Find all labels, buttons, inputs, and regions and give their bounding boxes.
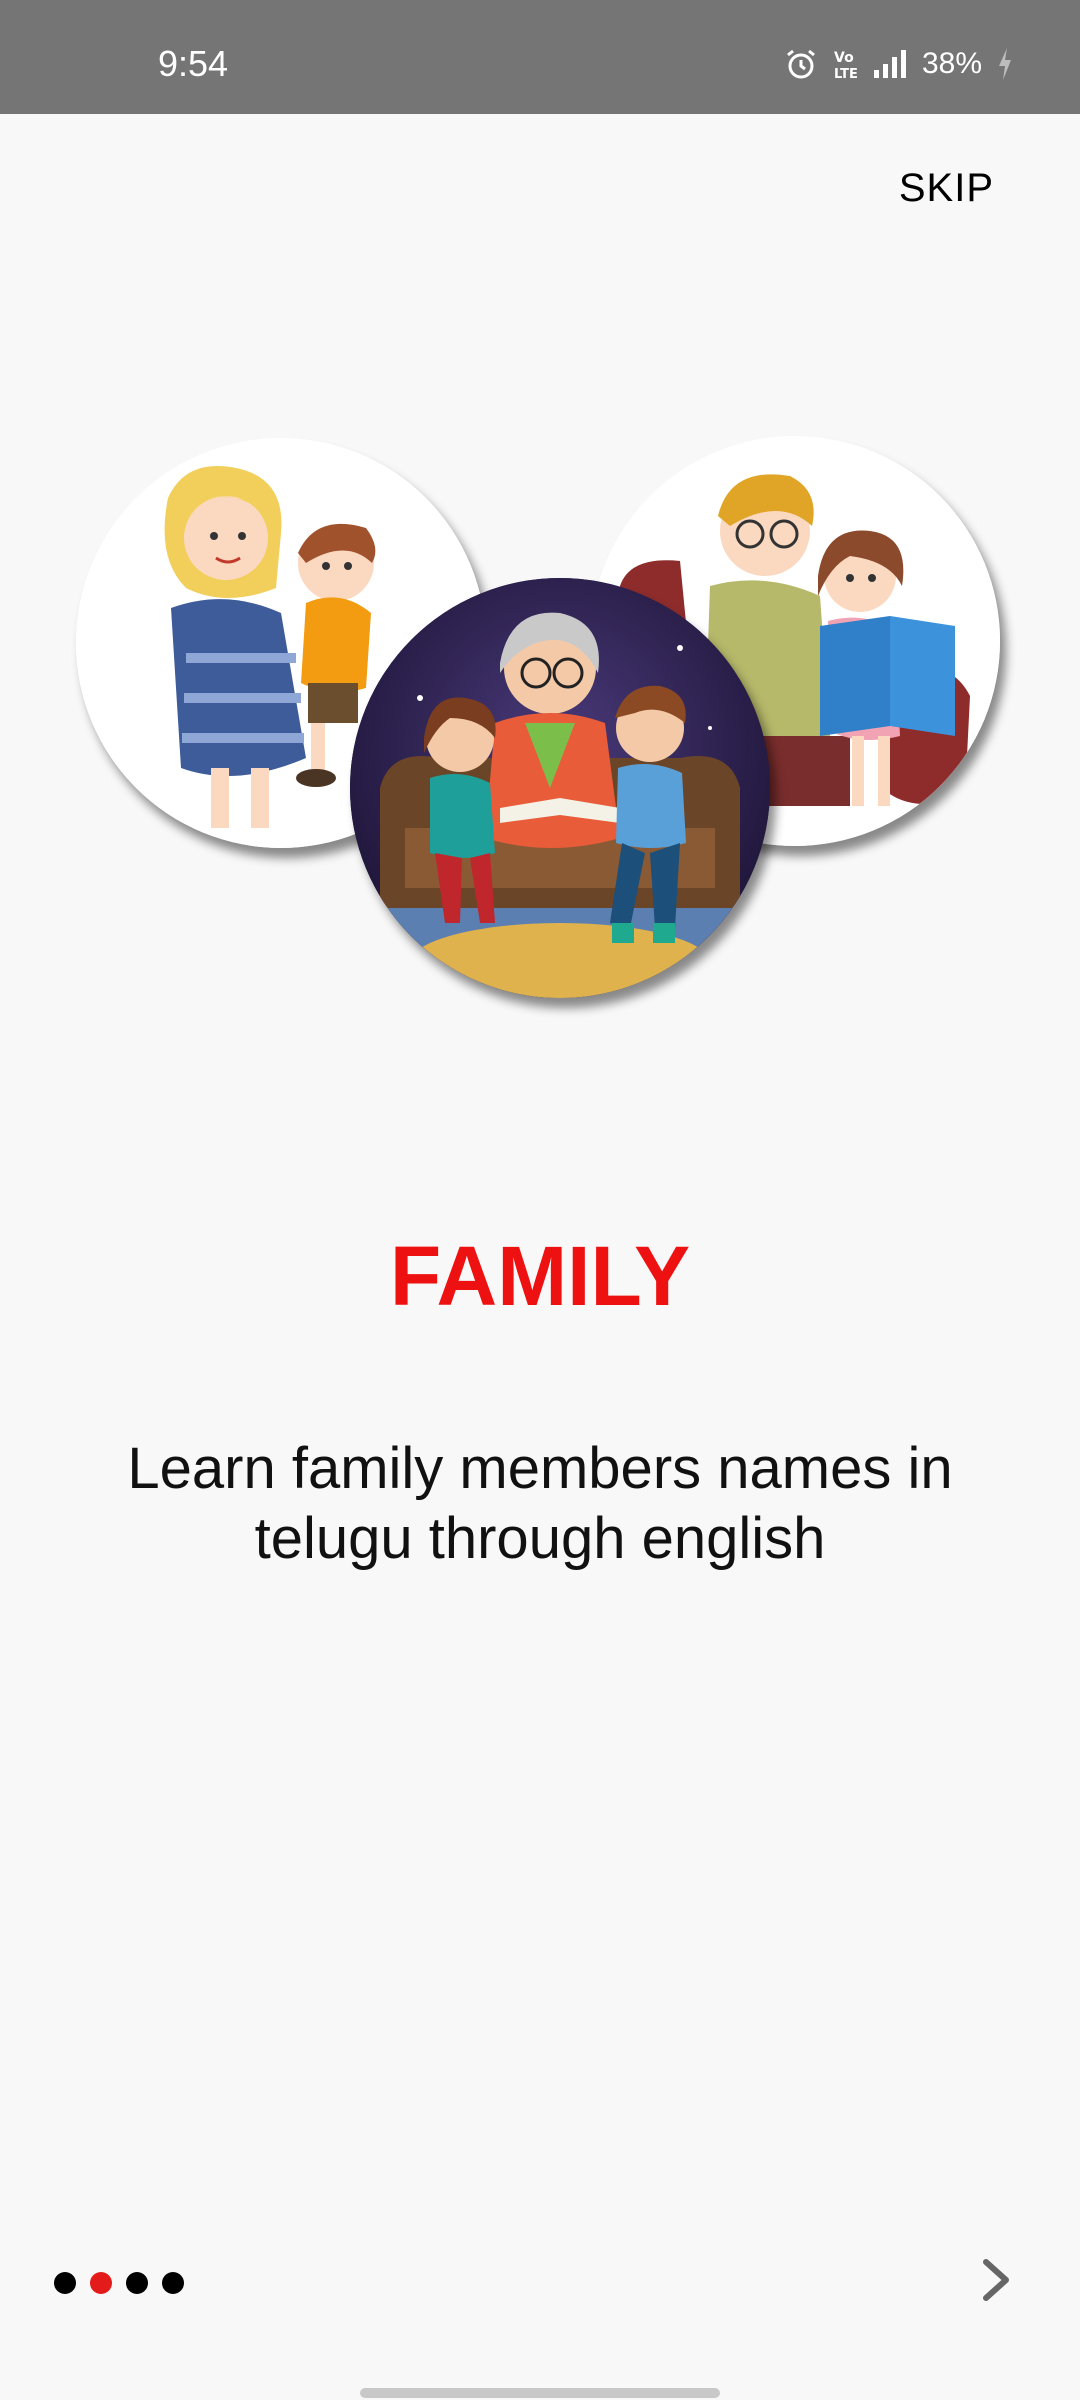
home-indicator[interactable] [360, 2388, 720, 2398]
svg-text:Vo: Vo [834, 50, 854, 66]
status-time: 9:54 [158, 43, 229, 84]
page-indicator [54, 2272, 184, 2294]
next-button[interactable] [974, 2254, 1020, 2306]
signal-icon [873, 50, 906, 78]
battery-percentage: 38% [921, 47, 982, 80]
grandmother-reading-to-kids-image [350, 578, 770, 998]
status-icons: Vo LTE 38% [784, 44, 1014, 84]
alarm-icon [787, 49, 815, 79]
page-dot-active[interactable] [90, 2272, 112, 2294]
volte-icon: Vo LTE [834, 50, 858, 81]
page-dot[interactable] [126, 2272, 148, 2294]
charging-icon [999, 48, 1011, 80]
page-dot[interactable] [54, 2272, 76, 2294]
svg-text:LTE: LTE [834, 67, 858, 81]
page-title: FAMILY [389, 1229, 691, 1323]
skip-button[interactable]: SKIP [899, 166, 994, 211]
status-bar: 9:54 Vo LTE 38% [0, 0, 1080, 114]
chevron-right-icon [983, 2259, 1009, 2301]
page-dot[interactable] [162, 2272, 184, 2294]
page-description: Learn family members names in telugu thr… [127, 1436, 953, 1571]
hero-illustration [72, 430, 1012, 1000]
